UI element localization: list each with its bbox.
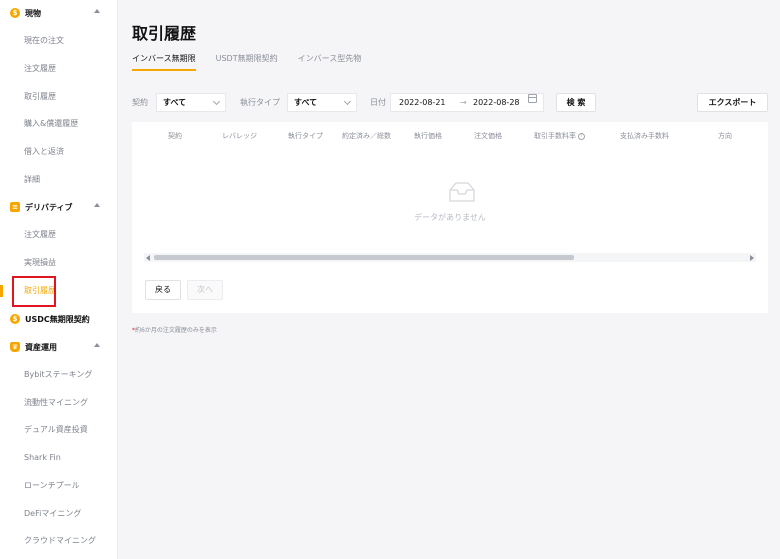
date-from-value: 2022-08-21 — [399, 98, 446, 107]
help-icon[interactable]: ? — [578, 132, 585, 140]
tab-inverse-futures[interactable]: インバース型先物 — [298, 52, 362, 71]
sidebar: $ 現物 現在の注文 注文履歴 取引履歴 購入&償還履歴 借入と返済 詳細 ≡ … — [0, 0, 118, 559]
exec-type-select-value: すべて — [294, 98, 318, 107]
sidebar-item-current-orders[interactable]: 現在の注文 — [24, 34, 114, 48]
col-direction: 方向 — [718, 132, 732, 140]
derivatives-icon: ≡ — [10, 202, 20, 212]
tab-bar: インバース無期限 USDT無期限契約 インバース型先物 — [132, 52, 381, 72]
sidebar-item-staking[interactable]: Bybitステーキング — [24, 368, 114, 382]
sidebar-section-title: 現物 — [25, 8, 41, 18]
sidebar-section-spot[interactable]: $ 現物 — [10, 5, 110, 21]
col-fee-rate-label: 取引手数料率 — [534, 132, 576, 140]
sidebar-item-defi-mining[interactable]: DeFiマイニング — [24, 507, 114, 521]
scroll-right-icon[interactable] — [750, 255, 754, 261]
col-order-price: 注文価格 — [474, 132, 502, 140]
chevron-up-icon — [94, 343, 100, 347]
history-note-text: 約6か月の注文履歴のみを表示 — [135, 327, 217, 334]
export-button[interactable]: エクスポート — [697, 93, 768, 112]
col-contract: 契約 — [168, 132, 182, 140]
sidebar-item-purchase-redemption[interactable]: 購入&償還履歴 — [24, 117, 114, 131]
contract-filter-label: 契約 — [132, 98, 148, 107]
chevron-down-icon — [343, 97, 352, 106]
sidebar-section-usdc[interactable]: $ USDC無期限契約 — [10, 311, 110, 327]
next-page-button[interactable]: 次へ — [187, 280, 223, 300]
col-filled-total: 約定済み／総数 — [342, 132, 391, 140]
crown-icon: ♛ — [10, 342, 20, 352]
sidebar-item-realized-pnl[interactable]: 実現損益 — [24, 256, 114, 270]
prev-page-button[interactable]: 戻る — [145, 280, 181, 300]
history-note: *約6か月の注文履歴のみを表示 — [132, 325, 217, 334]
date-to-value: 2022-08-28 — [473, 98, 520, 107]
table-header: 契約 レバレッジ 執行タイプ 約定済み／総数 執行価格 注文価格 取引手数料率?… — [132, 131, 768, 143]
filter-row: 契約 すべて 執行タイプ すべて 日付 2022-08-21 → 2022-08… — [132, 93, 768, 112]
sidebar-section-title: 資産運用 — [25, 342, 57, 352]
sidebar-item-borrow-repay[interactable]: 借入と返済 — [24, 145, 114, 159]
col-exec-price: 執行価格 — [414, 132, 442, 140]
sidebar-item-cloud-mining[interactable]: クラウドマイニング — [24, 534, 114, 548]
date-range-picker[interactable]: 2022-08-21 → 2022-08-28 — [390, 93, 544, 112]
col-leverage: レバレッジ — [222, 132, 257, 140]
tab-inverse-perpetual[interactable]: インバース無期限 — [132, 52, 196, 71]
horizontal-scrollbar[interactable] — [144, 253, 756, 262]
sidebar-item-liquidity-mining[interactable]: 流動性マイニング — [24, 396, 114, 410]
usdc-icon: $ — [10, 314, 20, 324]
sidebar-item-launchpool[interactable]: ローンチプール — [24, 479, 114, 493]
sidebar-item-details[interactable]: 詳細 — [24, 173, 114, 187]
sidebar-section-title: デリバティブ — [25, 202, 73, 212]
scroll-left-icon[interactable] — [146, 255, 150, 261]
sidebar-item-order-history[interactable]: 注文履歴 — [24, 62, 114, 76]
sidebar-item-shark-fin[interactable]: Shark Fin — [24, 451, 114, 465]
tab-usdt-perpetual[interactable]: USDT無期限契約 — [216, 52, 278, 71]
sidebar-section-asset-management[interactable]: ♛ 資産運用 — [10, 339, 110, 355]
sidebar-section-title: USDC無期限契約 — [25, 314, 90, 324]
spot-coin-icon: $ — [10, 8, 20, 18]
chevron-down-icon — [212, 97, 221, 106]
trade-history-table: 契約 レバレッジ 執行タイプ 約定済み／総数 執行価格 注文価格 取引手数料率?… — [132, 122, 768, 313]
sidebar-item-deriv-order-history[interactable]: 注文履歴 — [24, 228, 114, 242]
exec-type-select[interactable]: すべて — [287, 93, 357, 112]
date-range-arrow: → — [460, 98, 467, 107]
sidebar-item-dual-asset[interactable]: デュアル資産投資 — [24, 423, 114, 437]
scrollbar-thumb[interactable] — [154, 255, 574, 260]
col-fee-rate: 取引手数料率? — [534, 131, 585, 141]
page-title: 取引履歴 — [132, 24, 197, 43]
empty-inbox-icon — [449, 182, 475, 202]
calendar-icon — [528, 94, 537, 103]
sidebar-section-derivatives[interactable]: ≡ デリバティブ — [10, 199, 110, 215]
empty-state-text: データがありません — [414, 213, 486, 222]
col-fees-paid: 支払済み手数料 — [620, 132, 669, 140]
exec-type-filter-label: 執行タイプ — [240, 98, 280, 107]
contract-select-value: すべて — [163, 98, 187, 107]
date-filter-label: 日付 — [370, 98, 386, 107]
col-exec-type: 執行タイプ — [288, 132, 323, 140]
search-button[interactable]: 検 索 — [556, 93, 596, 112]
highlight-annotation-box — [12, 276, 56, 307]
chevron-up-icon — [94, 203, 100, 207]
contract-select[interactable]: すべて — [156, 93, 226, 112]
chevron-up-icon — [94, 9, 100, 13]
active-item-marker — [0, 285, 3, 297]
sidebar-item-trade-history[interactable]: 取引履歴 — [24, 90, 114, 104]
